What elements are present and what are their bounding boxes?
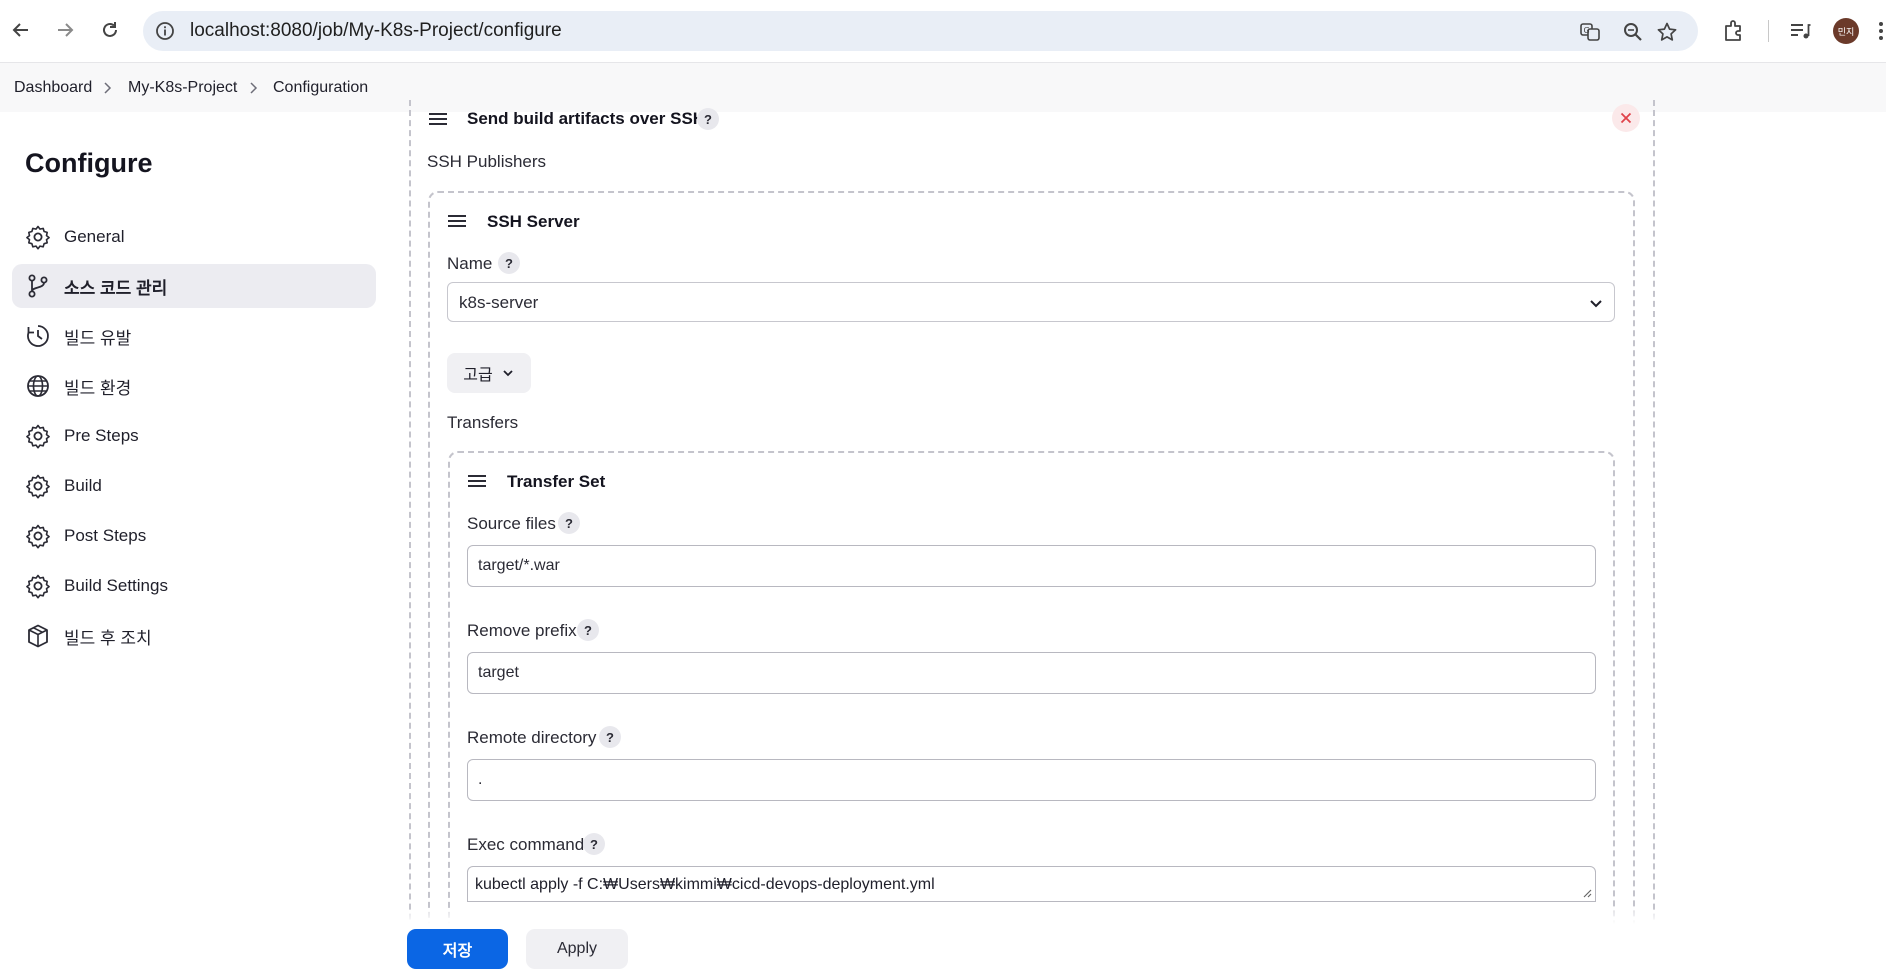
chevron-down-icon	[1590, 300, 1602, 308]
sidebar-item-label: Pre Steps	[64, 426, 139, 445]
exec-command-help-button[interactable]: ?	[583, 833, 605, 855]
sidebar-item-label: 소스 코드 관리	[64, 278, 168, 298]
remove-prefix-help-button[interactable]: ?	[577, 619, 599, 641]
remote-directory-value: .	[478, 771, 483, 788]
save-button[interactable]: 저장	[407, 929, 508, 969]
ssh-server-name-select[interactable]: k8s-server	[447, 282, 1615, 322]
sidebar-item-build[interactable]: Build	[12, 464, 376, 508]
sidebar-item-label: Post Steps	[64, 526, 147, 545]
gear-icon	[26, 424, 50, 449]
sidebar-item-label: 빌드 유발	[64, 328, 132, 348]
exec-command-label: Exec command	[467, 835, 585, 854]
form-action-bar	[0, 910, 1886, 979]
breadcrumb-configuration[interactable]: Configuration	[273, 79, 368, 97]
media-queue-icon[interactable]	[1787, 18, 1813, 44]
clock-icon	[27, 325, 49, 347]
jenkins-configure-page: { "browser": { "url": "localhost:8080/jo…	[0, 0, 1886, 979]
sidebar-item-label: Build	[64, 476, 102, 495]
chevron-right-icon	[104, 82, 112, 94]
arrow-right-icon	[58, 23, 74, 37]
chevron-right-icon	[250, 82, 258, 94]
globe-icon	[27, 375, 49, 397]
resize-grip-icon[interactable]	[1582, 888, 1592, 898]
name-help-button[interactable]: ?	[498, 252, 520, 274]
bookmark-star-icon[interactable]	[1656, 21, 1678, 43]
sidebar-item-label: General	[64, 227, 125, 246]
address-bar[interactable]: localhost:8080/job/My-K8s-Project/config…	[143, 11, 1698, 51]
breadcrumb-dashboard[interactable]: Dashboard	[14, 79, 92, 97]
translate-icon[interactable]: G	[1579, 21, 1601, 43]
sidebar-item-pre-steps[interactable]: Pre Steps	[12, 414, 376, 458]
publisher-title: Send build artifacts over SSH	[467, 109, 706, 128]
source-files-input[interactable]: target/*.war	[467, 545, 1596, 587]
browser-toolbar: localhost:8080/job/My-K8s-Project/config…	[0, 0, 1886, 62]
sidebar-item-post-steps[interactable]: Post Steps	[12, 514, 376, 558]
exec-command-value: kubectl apply -f C:₩Users₩kimmi₩cicd-dev…	[475, 876, 935, 893]
reload-icon	[103, 22, 117, 37]
sidebar-item-label: 빌드 후 조치	[64, 628, 152, 648]
source-files-label: Source files	[467, 514, 556, 533]
remote-directory-label: Remote directory	[467, 728, 597, 747]
transfer-set-title: Transfer Set	[507, 472, 606, 491]
gear-icon	[26, 524, 50, 549]
forward-button[interactable]	[51, 16, 79, 44]
sidebar-item-post-build-actions[interactable]: 빌드 후 조치	[12, 614, 376, 658]
drag-handle-icon[interactable]	[428, 112, 448, 126]
remote-directory-help-button[interactable]: ?	[599, 726, 621, 748]
arrow-left-icon	[12, 23, 28, 37]
remove-prefix-input[interactable]: target	[467, 652, 1596, 694]
gear-icon	[26, 225, 50, 250]
remove-prefix-label: Remove prefix	[467, 621, 577, 640]
sidebar-item-build-triggers[interactable]: 빌드 유발	[12, 314, 376, 358]
remote-directory-input[interactable]: .	[467, 759, 1596, 801]
gear-icon	[26, 574, 50, 599]
sidebar-title: Configure	[25, 148, 153, 178]
sidebar-item-label: Build Settings	[64, 576, 168, 595]
close-icon	[1620, 112, 1632, 124]
selected-server: k8s-server	[459, 293, 539, 312]
publisher-help-button[interactable]: ?	[697, 108, 719, 130]
exec-command-textarea[interactable]: kubectl apply -f C:₩Users₩kimmi₩cicd-dev…	[467, 866, 1596, 902]
remove-publisher-button[interactable]	[1612, 104, 1640, 132]
apply-button[interactable]: Apply	[526, 929, 628, 969]
sidebar-item-source-code[interactable]: 소스 코드 관리	[12, 264, 376, 308]
remove-prefix-value: target	[478, 664, 519, 681]
back-button[interactable]	[7, 16, 35, 44]
advanced-label: 고급	[463, 367, 493, 384]
more-menu-icon[interactable]	[1876, 20, 1886, 42]
source-files-value: target/*.war	[478, 557, 560, 574]
source-files-help-button[interactable]: ?	[558, 512, 580, 534]
ssh-publishers-label: SSH Publishers	[427, 152, 547, 171]
transfers-label: Transfers	[447, 413, 519, 432]
sidebar-item-build-environment[interactable]: 빌드 환경	[12, 364, 376, 408]
sidebar-item-label: 빌드 환경	[64, 378, 132, 398]
extensions-icon[interactable]	[1721, 18, 1747, 44]
drag-handle-icon[interactable]	[447, 214, 467, 228]
drag-handle-icon[interactable]	[467, 474, 487, 488]
sidebar-item-build-settings[interactable]: Build Settings	[12, 564, 376, 608]
toolbar-divider	[1768, 20, 1769, 42]
svg-text:G: G	[1584, 26, 1590, 35]
reload-button[interactable]	[96, 16, 124, 44]
package-icon	[28, 624, 48, 648]
url-text[interactable]: localhost:8080/job/My-K8s-Project/config…	[190, 20, 562, 42]
profile-avatar[interactable]: 민지	[1833, 18, 1859, 44]
sidebar-item-general[interactable]: General	[12, 215, 376, 259]
advanced-button[interactable]: 고급	[447, 353, 531, 393]
gear-icon	[26, 474, 50, 499]
ssh-server-title: SSH Server	[487, 212, 580, 231]
name-label: Name	[447, 254, 493, 273]
chevron-down-icon	[503, 370, 513, 377]
git-branch-icon	[28, 274, 48, 298]
zoom-icon[interactable]	[1622, 21, 1644, 43]
site-info-icon[interactable]	[155, 21, 175, 41]
breadcrumb-project[interactable]: My-K8s-Project	[128, 79, 237, 97]
